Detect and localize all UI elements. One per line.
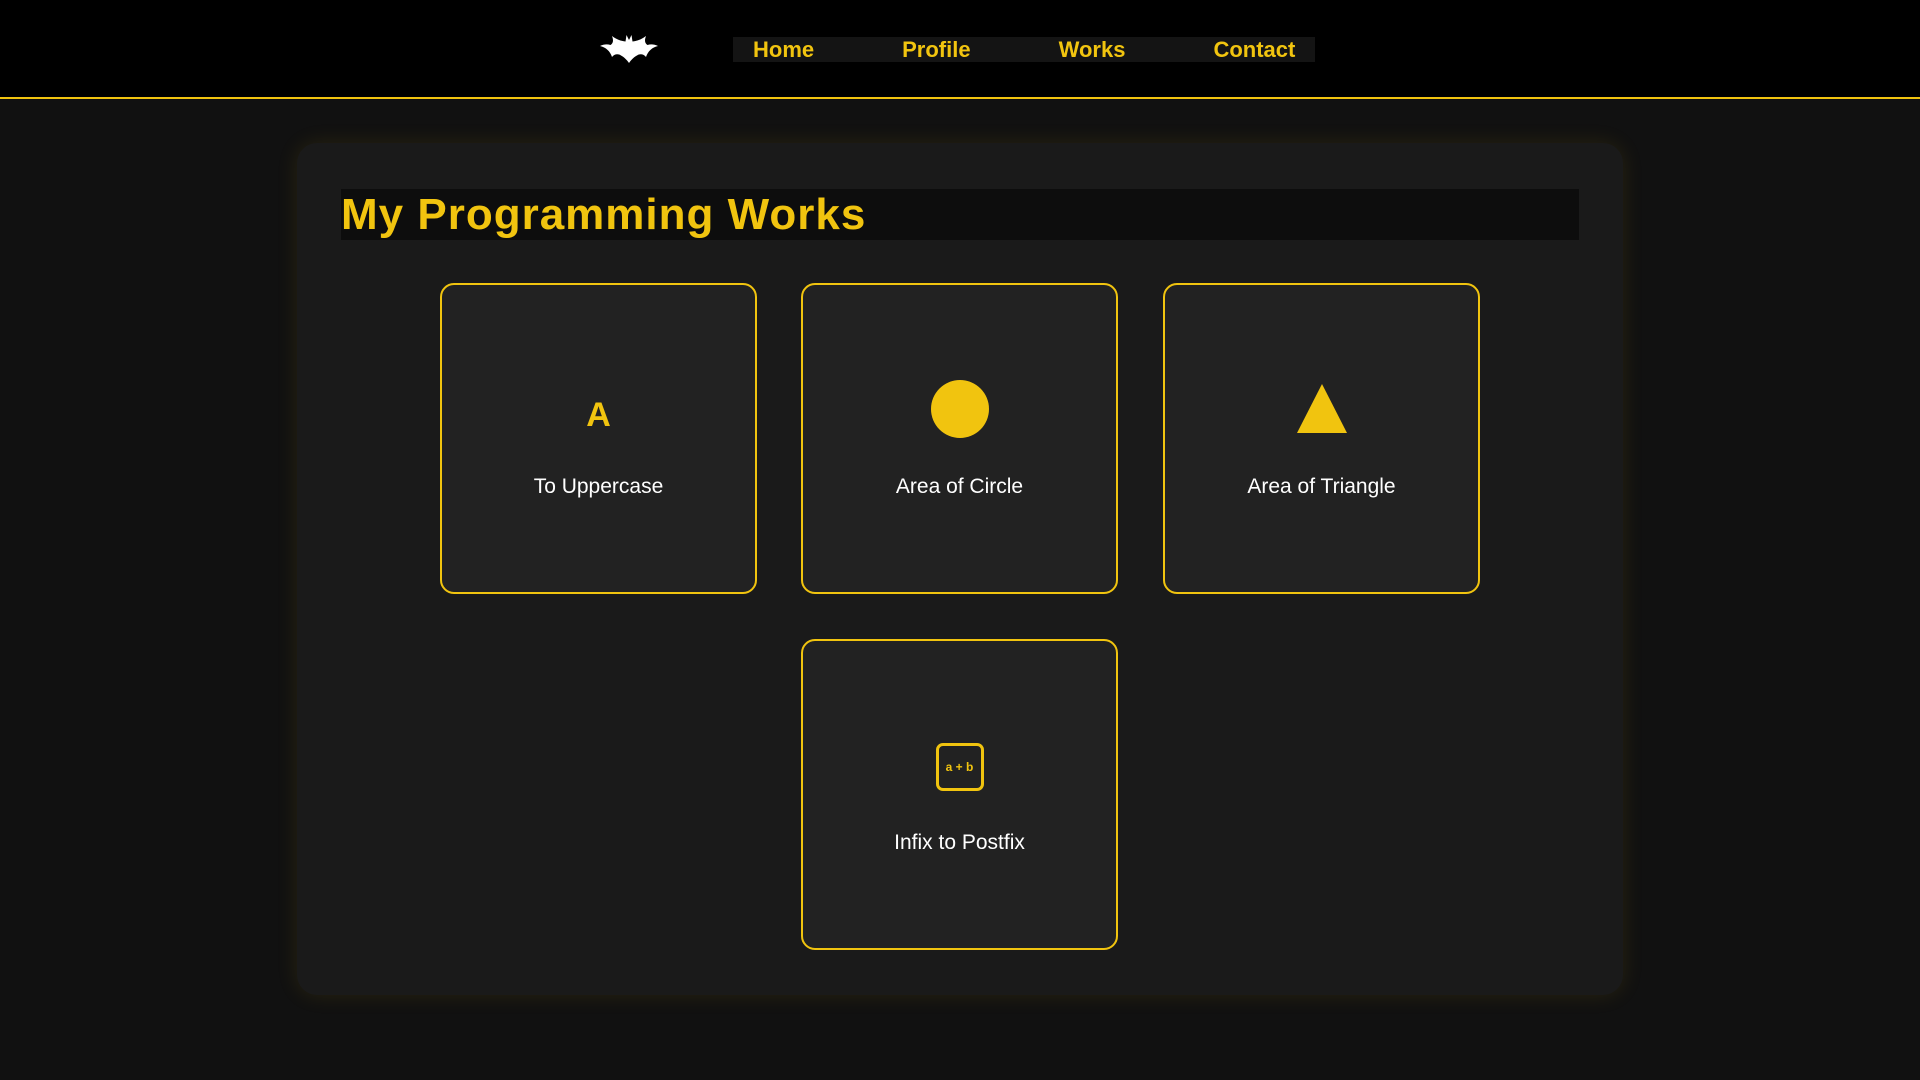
nav-works-link[interactable]: Works [1059,37,1126,62]
work-card-label: Area of Circle [895,475,1024,498]
expression-icon: a + b [935,743,984,791]
works-panel: My Programming Works A To Uppercase Area… [297,143,1623,995]
top-navigation-bar: Home Profile Works Contact [0,0,1920,99]
work-card-circle-area[interactable]: Area of Circle [801,283,1118,594]
work-card-label: Infix to Postfix [894,831,1025,854]
page-title-bar: My Programming Works [341,189,1579,240]
nav-contact-link[interactable]: Contact [1213,37,1295,62]
nav-profile-link[interactable]: Profile [902,37,970,62]
work-card-infix-postfix[interactable]: a + b Infix to Postfix [801,639,1118,950]
circle-icon [930,380,989,438]
work-card-uppercase[interactable]: A To Uppercase [440,283,757,594]
main-nav: Home Profile Works Contact [733,37,1316,62]
work-card-triangle-area[interactable]: Area of Triangle [1163,283,1480,594]
work-card-label: Area of Triangle [1247,475,1396,498]
bat-icon[interactable] [600,33,658,63]
page-title: My Programming Works [341,190,867,239]
nav-home-link[interactable]: Home [753,37,814,62]
triangle-icon [1296,384,1347,433]
work-card-label: To Uppercase [533,475,664,498]
letter-a-icon: A [586,396,611,434]
